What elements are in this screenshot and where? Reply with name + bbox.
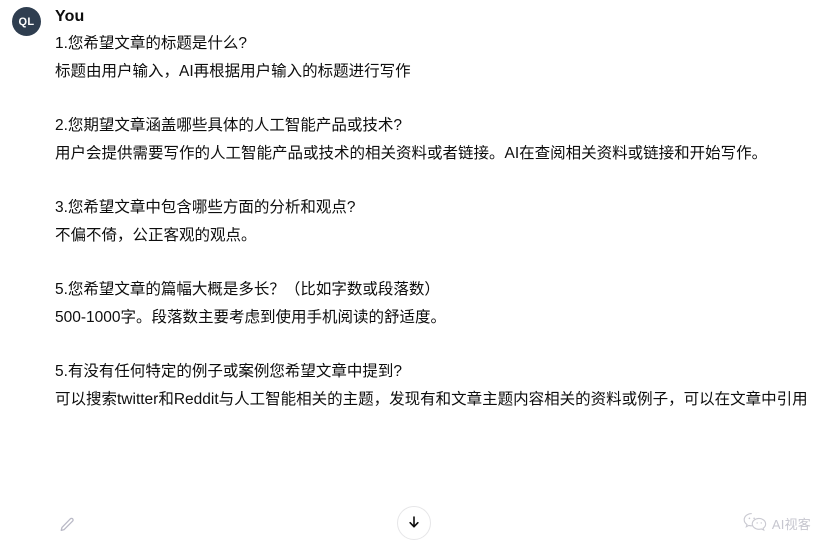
message-line: 2.您期望文章涵盖哪些具体的人工智能产品或技术? bbox=[55, 117, 403, 134]
message-line: 5.有没有任何特定的例子或案例您希望文章中提到? bbox=[55, 363, 403, 380]
message-paragraph: 3.您希望文章中包含哪些方面的分析和观点? 不偏不倚，公正客观的观点。 bbox=[55, 194, 812, 250]
message-line: 1.您希望文章的标题是什么? bbox=[55, 35, 248, 52]
chat-turn: QL You 1.您希望文章的标题是什么? 标题由用户输入，AI再根据用户输入的… bbox=[0, 0, 828, 414]
message-paragraph: 5.有没有任何特定的例子或案例您希望文章中提到? 可以搜索twitter和Red… bbox=[55, 358, 812, 414]
message-line: 不偏不倚，公正客观的观点。 bbox=[55, 227, 257, 244]
message-row: QL You 1.您希望文章的标题是什么? 标题由用户输入，AI再根据用户输入的… bbox=[0, 6, 828, 414]
wechat-icon bbox=[743, 512, 767, 537]
message-line: 用户会提供需要写作的人工智能产品或技术的相关资料或者链接。AI在查阅相关资料或链… bbox=[55, 145, 768, 162]
message-paragraph: 5.您希望文章的篇幅大概是多长？（比如字数或段落数） 500-1000字。段落数… bbox=[55, 276, 812, 332]
watermark: AI视客 bbox=[743, 512, 811, 537]
message-line: 500-1000字。段落数主要考虑到使用手机阅读的舒适度。 bbox=[55, 309, 447, 326]
arrow-down-icon bbox=[406, 514, 422, 533]
message-line: 可以搜索twitter和Reddit与人工智能相关的主题，发现有和文章主题内容相… bbox=[55, 391, 808, 408]
scroll-to-bottom-button[interactable] bbox=[397, 506, 431, 540]
bottom-bar: AI视客 bbox=[0, 500, 828, 556]
edit-message-button[interactable] bbox=[55, 514, 79, 538]
message-content: You 1.您希望文章的标题是什么? 标题由用户输入，AI再根据用户输入的标题进… bbox=[41, 6, 828, 414]
message-paragraph: 1.您希望文章的标题是什么? 标题由用户输入，AI再根据用户输入的标题进行写作 bbox=[55, 30, 812, 86]
message-line: 5.您希望文章的篇幅大概是多长？（比如字数或段落数） bbox=[55, 281, 440, 298]
message-paragraph: 2.您期望文章涵盖哪些具体的人工智能产品或技术? 用户会提供需要写作的人工智能产… bbox=[55, 112, 812, 168]
message-line: 3.您希望文章中包含哪些方面的分析和观点? bbox=[55, 199, 356, 216]
pencil-icon bbox=[58, 516, 76, 537]
message-line: 标题由用户输入，AI再根据用户输入的标题进行写作 bbox=[55, 63, 411, 80]
watermark-text: AI视客 bbox=[771, 516, 811, 532]
avatar: QL bbox=[12, 7, 41, 36]
message-text: 1.您希望文章的标题是什么? 标题由用户输入，AI再根据用户输入的标题进行写作 … bbox=[55, 30, 812, 414]
author-name: You bbox=[55, 8, 85, 25]
